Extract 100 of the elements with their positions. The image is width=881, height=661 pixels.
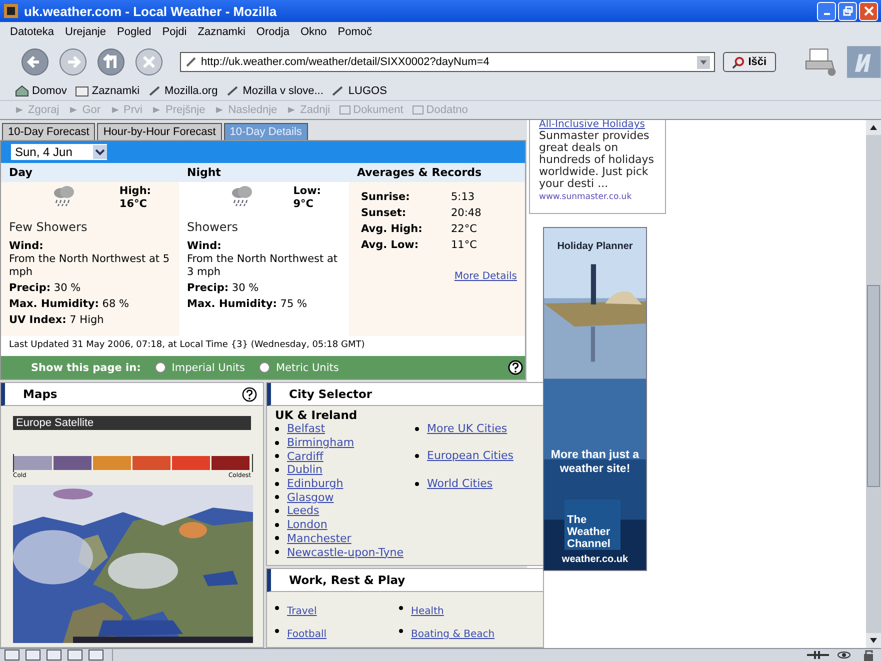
minimize-button[interactable] [817,2,836,20]
back-icon [20,47,50,77]
ad-text: Sunmaster provides great deals on hundreds of holidays worldwide. Just pick your desti ... [539,130,656,190]
detail-value: 75 % [280,298,307,310]
detail-label: Precip: [187,282,229,294]
city-link[interactable]: Glasgow [287,490,334,504]
search-button[interactable]: Išči [723,52,776,72]
city-link[interactable]: Manchester [287,532,352,545]
restore-icon [842,6,852,16]
scroll-up-icon[interactable] [866,120,881,135]
city-link[interactable]: Leeds [287,504,320,518]
reload-icon [96,47,126,77]
help-icon[interactable] [508,360,523,375]
radio-button[interactable] [154,362,166,373]
close-button[interactable] [859,2,878,20]
record-label: Sunrise: [361,191,411,204]
component-bar-icon[interactable] [88,649,104,661]
detail-label: UV Index: [9,314,66,326]
printer-icon[interactable] [804,47,838,77]
link-icon [148,85,162,97]
category-link[interactable]: Boating & Beach [411,629,495,640]
radio-button[interactable] [259,362,270,373]
reload-button[interactable] [96,47,126,77]
menu-item[interactable]: Pogled [117,26,152,38]
menu-item[interactable]: Orodja [256,26,290,38]
component-bar-icon[interactable] [67,649,83,661]
condition-text: Few Showers [9,221,88,234]
menu-item[interactable]: Urejanje [65,26,106,38]
more-details-link[interactable]: More Details [454,270,517,283]
scroll-down-icon[interactable] [866,633,881,648]
tab[interactable]: Hour-by-Hour Forecast [97,123,222,140]
category-link[interactable]: Travel [287,606,317,617]
last-updated-text: Last Updated 31 May 2006, 07:18, at Local Time {3} (Wednesday, 05:18 GMT) [8,339,366,352]
component-bar-icon[interactable] [4,649,20,661]
folder-icon [74,85,89,97]
rain-cloud-icon [229,185,255,207]
city-link[interactable]: Dublin [287,463,323,476]
city-list-link[interactable]: More UK Cities [427,422,508,436]
tab[interactable]: 10-Day Forecast [2,123,96,140]
city-link[interactable]: Newcastle-upon-Tyne [287,546,404,559]
help-icon[interactable] [242,386,257,402]
detail-value: From the North Northwest at 5 mph [9,253,171,279]
city-list-link[interactable]: European Cities [427,449,514,464]
minimize-icon [824,13,830,15]
menu-item[interactable]: Pomoč [338,26,372,38]
region-heading: UK & Ireland [275,408,358,422]
folder-icon [412,105,424,115]
temperature-label: High: [119,185,151,198]
city-link[interactable]: Cardiff [287,450,324,463]
city-list-link[interactable]: World Cities [427,476,493,490]
radio-label[interactable]: Metric Units [276,362,339,374]
menu-item[interactable]: Datoteka [10,26,54,38]
close-icon [864,6,874,16]
city-link[interactable]: Birmingham [287,436,354,450]
bookmark-item[interactable]: Mozilla.org [148,85,218,97]
map-title: Europe Satellite [13,416,251,430]
detail-value: 7 High [70,314,104,326]
column-heading: Night [179,163,349,182]
page-icon [185,56,197,68]
menu-item[interactable]: Okno [300,26,327,38]
detail-value: 30 % [232,282,259,294]
padlock-icon [863,649,875,661]
bookmark-item[interactable]: Mozilla v slove... [226,85,324,97]
temperature-value: 9°C [293,198,314,211]
detail-label: Wind: [9,240,44,253]
banner-slogan: More than just a weather site! [550,448,640,476]
category-link[interactable]: Health [411,606,444,617]
detail-label: Precip: [9,282,51,294]
temperature-value: 16°C [119,198,148,211]
component-bar-icon[interactable] [25,649,41,661]
window-title: uk.weather.com - Local Weather - Mozilla [24,4,277,18]
banner-title: Holiday Planner [556,241,634,252]
restore-button[interactable] [838,2,857,20]
link-icon [331,85,346,97]
banner-logo-text: The Weather Channel [567,514,612,550]
city-link[interactable]: Belfast [287,422,326,436]
rain-cloud-icon [51,185,77,207]
detail-label: Max. Humidity: [9,298,99,310]
menu-item[interactable]: Zaznamki [198,26,246,38]
city-link[interactable]: London [287,518,328,532]
radio-label[interactable]: Imperial Units [172,362,245,374]
bookmark-item[interactable]: Domov [15,85,67,97]
city-link[interactable]: Edinburgh [287,477,344,490]
app-icon [3,3,19,19]
column-heading: Day [1,163,179,182]
ad-url-link[interactable]: www.sunmaster.co.uk [539,191,665,203]
category-link[interactable]: Football [287,629,327,640]
record-value: 11°C [451,239,478,252]
component-bar-icon[interactable] [46,649,62,661]
bookmark-item[interactable]: LUGOS [331,85,387,97]
panel-title: Maps [23,387,58,401]
back-button[interactable] [20,47,50,77]
panel-title: Work, Rest & Play [289,573,406,587]
column-heading: Averages & Records [349,163,525,182]
date-dropdown[interactable]: Sun, 4 Jun [11,144,107,160]
record-value: 5:13 [451,191,476,204]
bookmark-item[interactable]: Zaznamki [74,85,140,97]
menu-item[interactable]: Pojdi [162,26,187,38]
scrollbar-thumb[interactable] [867,285,880,487]
address-field[interactable]: http://uk.weather.com/weather/detail/SIXX0002?dayNum=4 [180,52,716,72]
